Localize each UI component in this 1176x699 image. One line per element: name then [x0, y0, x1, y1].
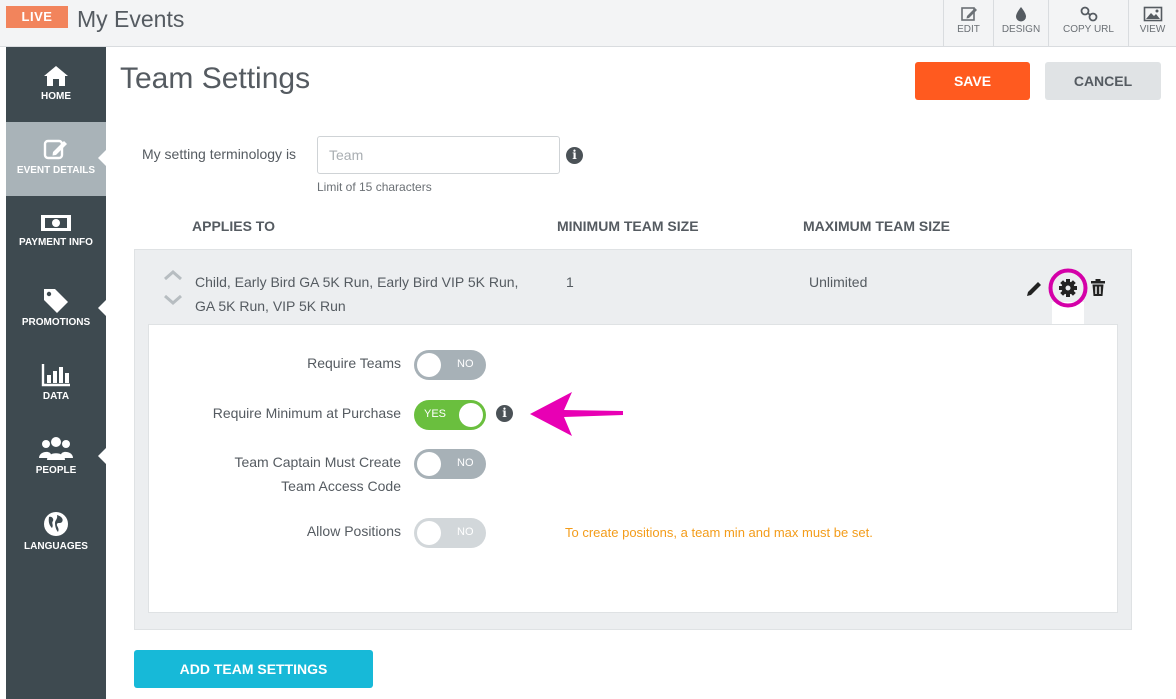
toolbar-label: VIEW: [1139, 24, 1166, 35]
tag-icon: [44, 289, 68, 313]
chevron-up-icon[interactable]: [163, 270, 183, 280]
toggle-knob: [417, 353, 441, 377]
toolbar-edit-button[interactable]: EDIT: [943, 0, 993, 46]
sidebar-item-label: PROMOTIONS: [21, 317, 91, 328]
terminology-hint: Limit of 15 characters: [317, 180, 432, 194]
sidebar-item-promotions[interactable]: PROMOTIONS: [6, 271, 107, 345]
require-teams-label: Require Teams: [307, 355, 401, 371]
column-header-applies-to: APPLIES TO: [192, 218, 275, 234]
maximum-team-size-value: Unlimited: [809, 274, 868, 290]
save-button[interactable]: SAVE: [915, 62, 1030, 100]
require-teams-toggle[interactable]: NO: [414, 350, 486, 380]
edit-icon: [43, 139, 67, 160]
require-minimum-toggle[interactable]: YES: [414, 400, 486, 430]
chevron-down-icon[interactable]: [163, 295, 183, 305]
require-minimum-label: Require Minimum at Purchase: [212, 405, 401, 421]
sidebar: HOME EVENT DETAILS PAYMENT INFO PROMOTIO…: [6, 47, 107, 699]
toggle-knob: [417, 521, 441, 545]
sidebar-item-label: PEOPLE: [35, 465, 77, 476]
toolbar-copy-url-button[interactable]: COPY URL: [1048, 0, 1128, 46]
sidebar-item-label: EVENT DETAILS: [16, 165, 96, 176]
sidebar-item-people[interactable]: PEOPLE: [6, 419, 107, 493]
people-icon: [39, 437, 73, 460]
sidebar-item-label: DATA: [42, 391, 70, 402]
toggle-state: YES: [424, 408, 447, 420]
toolbar-label: EDIT: [957, 24, 980, 35]
team-captain-label-line-1: Team Captain Must Create: [234, 454, 401, 470]
sidebar-item-event-details[interactable]: EVENT DETAILS: [6, 122, 107, 196]
active-indicator: [98, 149, 107, 167]
terminology-input[interactable]: [317, 136, 560, 174]
info-icon[interactable]: i: [566, 147, 583, 164]
link-icon: [1080, 6, 1097, 22]
sidebar-item-label: LANGUAGES: [24, 541, 88, 552]
page-title: Team Settings: [120, 62, 311, 95]
bar-chart-icon: [41, 364, 70, 387]
sidebar-item-payment-info[interactable]: PAYMENT INFO: [6, 197, 106, 271]
column-header-maximum-team-size: MAXIMUM TEAM SIZE: [803, 218, 950, 234]
sidebar-item-languages[interactable]: LANGUAGES: [6, 493, 106, 567]
applies-to-line-2: GA 5K Run, VIP 5K Run: [195, 298, 346, 314]
terminology-label: My setting terminology is: [142, 146, 297, 162]
sidebar-item-data[interactable]: DATA: [6, 345, 106, 419]
team-captain-label-line-2: Team Access Code: [281, 478, 401, 494]
edit-icon: [960, 7, 977, 21]
toggle-state: NO: [457, 457, 474, 469]
toolbar-label: COPY URL: [1063, 24, 1114, 35]
column-header-minimum-team-size: MINIMUM TEAM SIZE: [557, 218, 699, 234]
droplet-icon: [1016, 7, 1026, 22]
trash-icon[interactable]: [1090, 279, 1106, 297]
annotation-arrow-icon: [530, 392, 623, 436]
pencil-icon[interactable]: [1025, 280, 1043, 298]
app-title[interactable]: My Events: [77, 6, 184, 33]
positions-warning: To create positions, a team min and max …: [565, 525, 873, 540]
globe-icon: [44, 512, 68, 536]
sidebar-item-label: PAYMENT INFO: [19, 237, 93, 248]
team-captain-access-code-toggle[interactable]: NO: [414, 449, 486, 479]
info-icon[interactable]: i: [496, 405, 513, 422]
toolbar-design-button[interactable]: DESIGN: [993, 0, 1048, 46]
toggle-state: NO: [457, 526, 474, 538]
gear-icon[interactable]: [1045, 267, 1089, 309]
toggle-knob: [417, 452, 441, 476]
home-icon: [44, 66, 68, 86]
money-icon: [41, 215, 71, 231]
cancel-button[interactable]: CANCEL: [1045, 62, 1161, 100]
add-team-settings-button[interactable]: ADD TEAM SETTINGS: [134, 650, 373, 688]
submenu-indicator: [98, 299, 107, 317]
allow-positions-label: Allow Positions: [306, 523, 401, 539]
submenu-indicator: [98, 447, 107, 465]
allow-positions-toggle[interactable]: NO: [414, 518, 486, 548]
live-badge: LIVE: [6, 6, 68, 28]
toggle-knob: [459, 403, 483, 427]
applies-to-line-1: Child, Early Bird GA 5K Run, Early Bird …: [195, 274, 519, 290]
toolbar-label: DESIGN: [1001, 24, 1041, 35]
top-bar: LIVE My Events EDIT DESIGN COPY URL VIEW: [0, 0, 1176, 47]
sidebar-item-label: HOME: [41, 91, 71, 102]
sidebar-item-home[interactable]: HOME: [6, 47, 106, 121]
image-icon: [1143, 6, 1162, 22]
toggle-state: NO: [457, 358, 474, 370]
minimum-team-size-value: 1: [566, 274, 574, 290]
toolbar-view-button[interactable]: VIEW: [1128, 0, 1176, 46]
